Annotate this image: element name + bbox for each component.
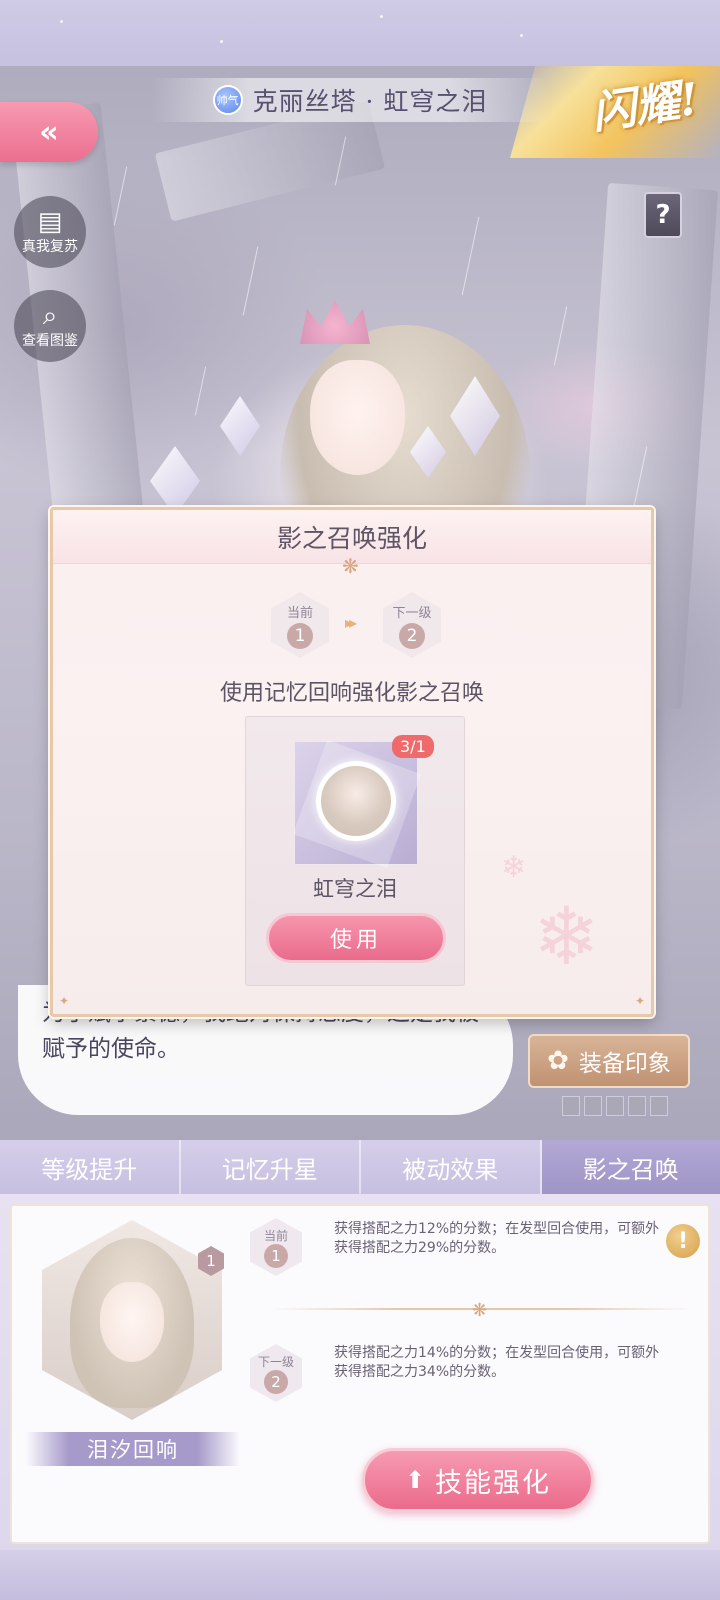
impression-slot <box>650 1096 668 1116</box>
skill-panel: 1 泪汐回响 当前 1 获得搭配之力12%的分数；在发型回合使用，可额外获得搭配… <box>0 1194 720 1600</box>
current-label: 当前 <box>263 1228 288 1243</box>
material-card: 3/1 虹穹之泪 使用 <box>245 716 465 986</box>
item-name: 虹穹之泪 <box>313 877 397 901</box>
current-label: 当前 <box>286 605 313 621</box>
current-level-badge: 当前 1 <box>271 592 329 658</box>
double-arrow-right-icon: ▸▸ <box>345 613 357 632</box>
skill-upgrade-button[interactable]: ⬆ 技能强化 <box>362 1448 594 1512</box>
skill-detail-card: 1 泪汐回响 当前 1 获得搭配之力12%的分数；在发型回合使用，可额外获得搭配… <box>10 1204 710 1544</box>
upgrade-modal: ✦ ✦ ✦ ✦ ❄ ❄ ❄ ❄ 影之召唤强化 ❋ 当前 1 ▸▸ 下一级 2 使… <box>50 507 654 1017</box>
skill-name: 泪汐回响 <box>26 1432 240 1466</box>
modal-description: 使用记忆回响强化影之召唤 <box>219 681 484 706</box>
equip-impression-label: 装备印象 <box>578 1051 671 1077</box>
outfit-title-bar: 帅气 克丽丝塔 · 虹穹之泪 <box>150 78 550 122</box>
skill-portrait <box>42 1220 222 1420</box>
style-tag: 帅气 <box>212 85 243 115</box>
gallery-label: 查看图鉴 <box>22 333 78 349</box>
ornament-icon: ❋ <box>472 1300 488 1321</box>
exclamation-icon: ! <box>677 1228 689 1254</box>
snowflake-icon: ❄ <box>533 890 601 983</box>
crystal-icon <box>220 396 260 456</box>
impression-slots <box>562 1096 668 1116</box>
info-button[interactable]: ! <box>666 1224 700 1258</box>
tab-passive-effect[interactable]: 被动效果 <box>361 1140 542 1194</box>
sparkle-icon <box>520 34 523 37</box>
bottom-strip <box>0 1550 720 1600</box>
rain-streak <box>194 366 207 416</box>
next-effect-text: 获得搭配之力14%的分数；在发型回合使用，可额外获得搭配之力34%的分数。 <box>334 1345 660 1380</box>
crystal-icon <box>150 446 200 516</box>
next-skill-level: 下一级 2 <box>250 1344 302 1402</box>
tab-shadow-summon[interactable]: 影之召唤 <box>541 1140 720 1194</box>
help-button[interactable]: ? <box>644 192 682 238</box>
current-level: 1 <box>287 622 313 649</box>
up-arrow-icon: ⬆ <box>404 1466 428 1494</box>
dialogue-line: 赋予的使命。 <box>42 1036 180 1062</box>
gallery-button[interactable]: ⌕ 查看图鉴 <box>14 290 86 362</box>
rain-streak <box>113 166 128 226</box>
tab-memory-star[interactable]: 记忆升星 <box>181 1140 361 1194</box>
portrait-face <box>100 1282 164 1362</box>
current-skill-level: 当前 1 <box>250 1218 302 1276</box>
rain-streak <box>461 216 480 296</box>
crown-icon <box>300 300 370 344</box>
sparkle-icon <box>60 20 63 23</box>
magnifier-icon: ⌕ <box>42 301 58 331</box>
corner-ornament-icon: ✦ <box>634 994 645 1008</box>
current-level: 1 <box>264 1243 288 1268</box>
next-level-badge: 下一级 2 <box>383 592 441 658</box>
sparkle-icon <box>380 15 383 18</box>
equip-impression-button[interactable]: ✿ 装备印象 <box>528 1034 690 1088</box>
corner-ornament-icon: ✦ <box>59 994 70 1008</box>
current-effect-text: 获得搭配之力12%的分数；在发型回合使用，可额外获得搭配之力29%的分数。 <box>334 1221 660 1256</box>
flower-icon: ✿ <box>547 1046 569 1076</box>
item-portrait <box>316 761 396 841</box>
impression-slot <box>628 1096 646 1116</box>
use-button[interactable]: 使用 <box>266 913 446 963</box>
impression-slot <box>562 1096 580 1116</box>
character-face <box>310 360 405 475</box>
rain-streak <box>242 246 259 316</box>
rain-streak <box>553 306 568 366</box>
next-label: 下一级 <box>257 1354 294 1369</box>
top-frame <box>0 0 720 66</box>
ornament-icon: ❋ <box>342 554 359 578</box>
impression-slot <box>584 1096 602 1116</box>
sparkle-icon <box>220 40 223 43</box>
skill-upgrade-label: 技能强化 <box>435 1467 552 1499</box>
app-root: 闪耀! 帅气 克丽丝塔 · 虹穹之泪 « ▤ 真我复苏 ⌕ 查看图鉴 ? 为了赋… <box>0 0 720 1600</box>
back-button[interactable]: « <box>0 102 98 162</box>
card-swap-icon: ▤ <box>37 207 63 237</box>
tab-level-up[interactable]: 等级提升 <box>0 1140 181 1194</box>
revive-label: 真我复苏 <box>22 239 78 255</box>
snowflake-icon: ❄ <box>501 850 527 885</box>
next-label: 下一级 <box>392 605 432 621</box>
impression-slot <box>606 1096 624 1116</box>
next-level: 2 <box>399 622 425 649</box>
next-level: 2 <box>264 1369 288 1394</box>
page-title: 克丽丝塔 · 虹穹之泪 <box>252 87 488 116</box>
item-count-badge: 3/1 <box>392 735 434 758</box>
tab-bar: 等级提升 记忆升星 被动效果 影之召唤 <box>0 1140 720 1194</box>
question-book-icon: ? <box>655 200 671 230</box>
revive-button[interactable]: ▤ 真我复苏 <box>14 196 86 268</box>
double-chevron-left-icon: « <box>39 114 59 150</box>
